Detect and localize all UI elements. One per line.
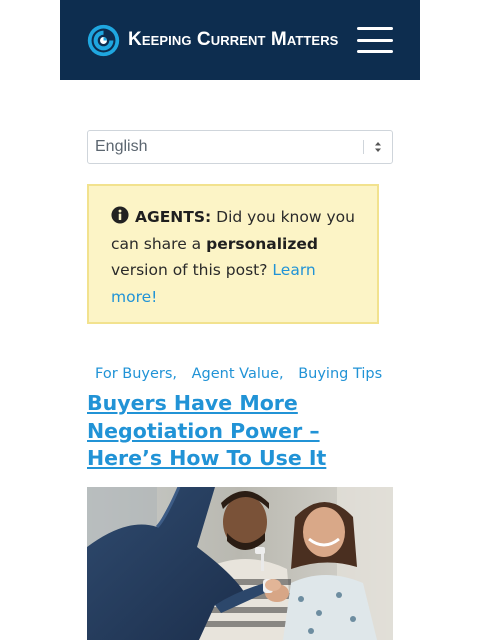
category-for-buyers[interactable]: For Buyers	[95, 366, 172, 382]
menu-bar	[357, 38, 393, 42]
post-title-link[interactable]: Buyers Have More Negotiation Power – Her…	[87, 390, 393, 473]
agents-notice: AGENTS: Did you know you can share a per…	[87, 184, 379, 324]
category-separator: ,	[279, 366, 284, 382]
menu-bar	[357, 50, 393, 53]
select-arrows-icon	[364, 141, 392, 153]
notice-label: AGENTS:	[135, 208, 212, 226]
language-select[interactable]: English	[87, 130, 393, 164]
notice-emphasis: personalized	[206, 234, 318, 253]
brand-home-link[interactable]: Keeping Current Matters	[87, 24, 338, 57]
kcm-swirl-logo-icon	[87, 24, 120, 56]
category-agent-value[interactable]: Agent Value	[192, 366, 279, 382]
brand-name: Keeping Current Matters	[128, 29, 339, 50]
hamburger-menu-icon[interactable]	[357, 27, 393, 53]
info-circle-icon	[111, 206, 129, 224]
photo-agent-handing-keys-to-couple-icon	[87, 487, 393, 640]
post-categories: For Buyers, Agent Value, Buying Tips	[95, 366, 382, 382]
notice-text-after: version of this post?	[111, 261, 268, 279]
site-header: Keeping Current Matters	[60, 0, 420, 80]
page: Keeping Current Matters English AGENTS: …	[0, 0, 480, 640]
menu-bar	[357, 27, 393, 30]
language-select-value: English	[95, 138, 148, 155]
category-separator: ,	[172, 366, 178, 382]
category-buying-tips[interactable]: Buying Tips	[298, 366, 382, 382]
post-hero-image[interactable]	[87, 487, 393, 640]
